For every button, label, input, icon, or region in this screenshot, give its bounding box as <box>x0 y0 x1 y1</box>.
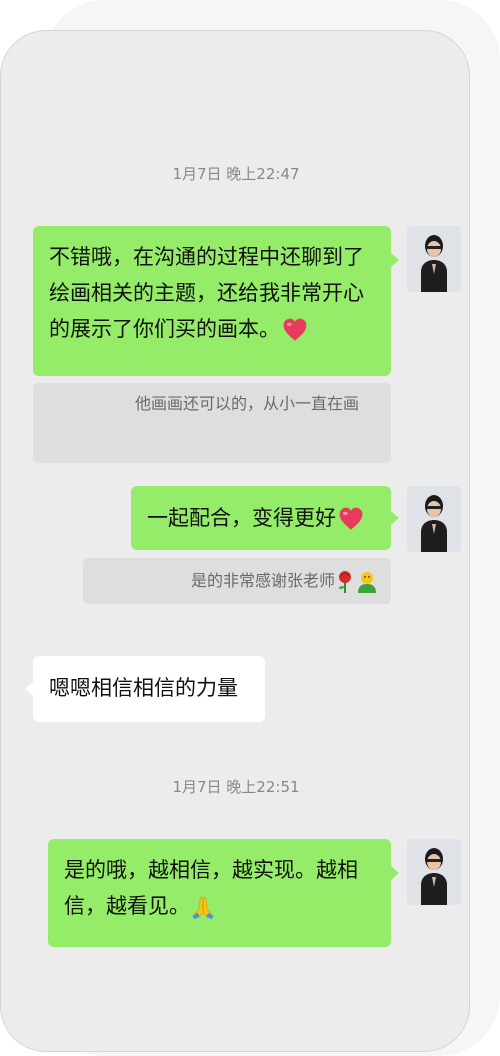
quoted-message[interactable]: 是的非常感谢张老师 <box>83 558 391 604</box>
message-bubble-sent[interactable]: 不错哦，在沟通的过程中还聊到了绘画相关的主题，还给我非常开心的展示了你们买的画本… <box>33 226 391 376</box>
rose-icon <box>339 570 351 593</box>
folded-hands-icon <box>192 896 214 920</box>
heart-icon <box>283 318 307 341</box>
avatar[interactable] <box>407 486 461 552</box>
quoted-message-text: 是的非常感谢张老师 <box>190 571 335 590</box>
avatar-photo <box>407 226 461 292</box>
message-text: 一起配合，变得更好 <box>147 506 336 530</box>
avatar[interactable] <box>407 839 461 905</box>
avatar-photo <box>407 486 461 552</box>
message-text: 不错哦，在沟通的过程中还聊到了绘画相关的主题，还给我非常开心的展示了你们买的画本… <box>49 245 364 341</box>
heart-icon <box>339 507 363 530</box>
bubble-tail <box>391 866 399 880</box>
message-bubble-sent[interactable]: 一起配合，变得更好 <box>131 486 391 550</box>
message-bubble-received[interactable]: 嗯嗯相信相信的力量 <box>33 656 265 722</box>
message-text: 嗯嗯相信相信的力量 <box>49 676 238 700</box>
bubble-tail <box>391 253 399 267</box>
avatar-photo <box>407 839 461 905</box>
person-icon <box>358 571 376 593</box>
avatar[interactable] <box>407 226 461 292</box>
bubble-tail <box>25 682 33 696</box>
bubble-tail <box>391 511 399 525</box>
chat-timestamp: 1月7日 晚上22:51 <box>172 778 300 796</box>
chat-timestamp: 1月7日 晚上22:47 <box>172 165 300 183</box>
quoted-message-text: 他画画还可以的，从小一直在画 <box>135 394 360 413</box>
chat-window: 1月7日 晚上22:47 不错哦，在沟通的过程中还聊到了绘画相关的主题，还给我非… <box>0 30 470 1052</box>
message-bubble-sent[interactable]: 是的哦，越相信，越实现。越相信，越看见。 <box>48 839 391 947</box>
quoted-message[interactable]: 他画画还可以的，从小一直在画 <box>33 383 391 463</box>
